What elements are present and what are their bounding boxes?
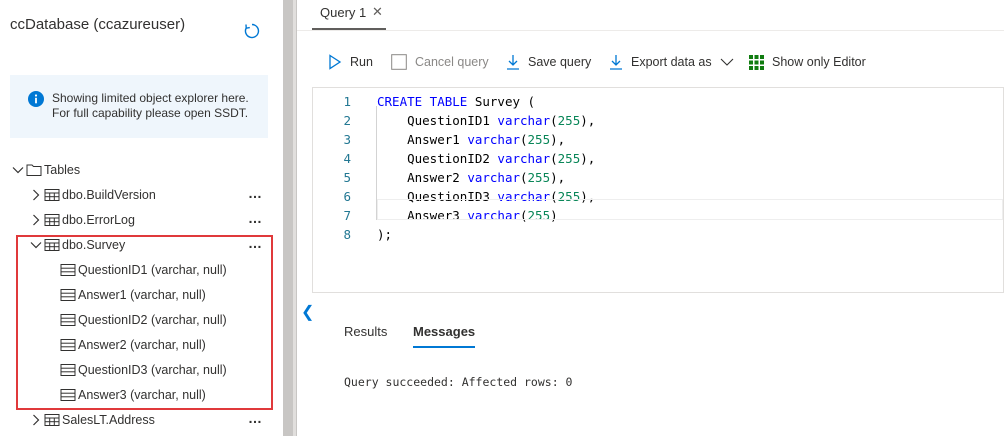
info-line-1: Showing limited object explorer here. xyxy=(52,91,249,105)
current-line-highlight xyxy=(377,199,1003,220)
sql-text: ( xyxy=(520,170,528,185)
code-text: Answer1 varchar(255), xyxy=(377,130,565,149)
sql-text: ), xyxy=(580,151,596,166)
table-icon xyxy=(44,414,60,426)
chevron-right-icon[interactable] xyxy=(30,414,42,426)
more-options-icon[interactable]: … xyxy=(248,410,263,426)
code-line[interactable]: 4 QuestionID2 varchar(255), xyxy=(313,149,1004,168)
play-icon xyxy=(329,54,342,70)
info-text: Showing limited object explorer here. Fo… xyxy=(52,91,249,121)
download-icon xyxy=(610,55,622,70)
line-number: 4 xyxy=(343,151,351,166)
info-icon xyxy=(28,91,44,107)
download-icon xyxy=(507,55,519,70)
chevron-right-icon[interactable] xyxy=(30,189,42,201)
highlight-box xyxy=(16,235,273,410)
tab-query-1[interactable]: Query 1 xyxy=(320,5,366,20)
sql-text: Answer2 xyxy=(377,170,468,185)
line-number: 3 xyxy=(343,132,351,147)
sql-text: ), xyxy=(580,113,596,128)
table-name: dbo.BuildVersion xyxy=(62,188,156,202)
table-icon xyxy=(44,214,60,226)
line-number: 8 xyxy=(343,227,351,242)
show-only-editor-button[interactable]: Show only Editor xyxy=(749,52,866,72)
run-label: Run xyxy=(350,55,373,69)
chevron-right-icon[interactable] xyxy=(30,214,42,226)
tab-results[interactable]: Results xyxy=(344,324,387,339)
cancel-query-button[interactable]: Cancel query xyxy=(391,52,489,72)
sql-text: ), xyxy=(550,170,566,185)
more-options-icon[interactable]: … xyxy=(248,185,263,201)
export-data-label: Export data as xyxy=(631,55,712,69)
sql-keyword: varchar xyxy=(497,151,551,166)
table-name: dbo.ErrorLog xyxy=(62,213,135,227)
close-icon[interactable]: ✕ xyxy=(372,4,383,20)
code-line[interactable]: 1 CREATE TABLE Survey ( xyxy=(313,92,1004,111)
results-tab-indicator xyxy=(413,346,475,348)
save-query-label: Save query xyxy=(528,55,592,69)
sql-text: ); xyxy=(377,227,393,242)
grid-icon xyxy=(749,54,764,70)
line-number: 2 xyxy=(343,113,351,128)
sql-keyword: CREATE TABLE xyxy=(377,94,468,109)
sql-keyword: varchar xyxy=(497,113,551,128)
sql-number: 255 xyxy=(557,151,581,166)
sql-number: 255 xyxy=(527,132,551,147)
sql-number: 255 xyxy=(557,113,581,128)
checkbox-icon xyxy=(391,54,407,70)
tree-item-buildversion[interactable]: dbo.BuildVersion xyxy=(30,184,156,206)
line-number: 6 xyxy=(343,189,351,204)
tree-item-address[interactable]: SalesLT.Address xyxy=(30,409,155,431)
tables-label: Tables xyxy=(44,163,81,177)
line-number: 5 xyxy=(343,170,351,185)
sql-text: Survey ( xyxy=(467,94,536,109)
tree-folder-tables[interactable]: Tables xyxy=(12,159,80,181)
table-icon xyxy=(44,189,60,201)
sql-keyword: varchar xyxy=(467,132,520,147)
show-only-editor-label: Show only Editor xyxy=(772,55,866,69)
sql-number: 255 xyxy=(527,170,551,185)
more-options-icon[interactable]: … xyxy=(248,210,263,226)
folder-icon xyxy=(26,164,42,176)
tab-strip-border xyxy=(297,30,1004,31)
chevron-down-icon[interactable] xyxy=(720,57,734,67)
code-text: Answer2 varchar(255), xyxy=(377,168,565,187)
code-line[interactable]: 3 Answer1 varchar(255), xyxy=(313,130,1004,149)
line-number: 1 xyxy=(343,94,351,109)
sql-text: ), xyxy=(550,132,566,147)
tree-item-errorlog[interactable]: dbo.ErrorLog xyxy=(30,209,135,231)
sql-keyword: varchar xyxy=(467,170,520,185)
code-line[interactable]: 8); xyxy=(313,225,1004,244)
info-banner: Showing limited object explorer here. Fo… xyxy=(10,75,268,138)
database-title: ccDatabase (ccazureuser) xyxy=(10,16,186,33)
object-explorer: ccDatabase (ccazureuser) Showing limited… xyxy=(0,0,283,436)
sql-text: QuestionID2 xyxy=(377,151,498,166)
collapse-panel-icon[interactable]: ❮ xyxy=(301,302,314,322)
code-text: QuestionID1 varchar(255), xyxy=(377,111,595,130)
line-number: 7 xyxy=(343,208,351,223)
refresh-icon[interactable] xyxy=(243,22,261,40)
tab-messages[interactable]: Messages xyxy=(413,324,475,339)
code-line[interactable]: 5 Answer2 varchar(255), xyxy=(313,168,1004,187)
cancel-query-label: Cancel query xyxy=(415,55,489,69)
scrollbar-thumb[interactable] xyxy=(293,0,296,436)
save-query-button[interactable]: Save query xyxy=(506,52,591,72)
export-data-button[interactable]: Export data as xyxy=(609,52,742,72)
result-message: Query succeeded: Affected rows: 0 xyxy=(344,375,573,389)
sql-text: ( xyxy=(550,113,558,128)
code-text: CREATE TABLE Survey ( xyxy=(377,92,535,111)
sql-text: QuestionID1 xyxy=(377,113,498,128)
query-editor[interactable]: 1 CREATE TABLE Survey (2 QuestionID1 varc… xyxy=(312,87,1004,293)
table-name: SalesLT.Address xyxy=(62,413,155,427)
sql-text: ( xyxy=(550,151,558,166)
sql-text: ( xyxy=(520,132,528,147)
info-line-2: For full capability please open SSDT. xyxy=(52,106,249,120)
code-text: ); xyxy=(377,225,392,244)
sql-text: Answer1 xyxy=(377,132,468,147)
code-text: QuestionID2 varchar(255), xyxy=(377,149,595,168)
run-button[interactable]: Run xyxy=(328,52,373,72)
code-line[interactable]: 2 QuestionID1 varchar(255), xyxy=(313,111,1004,130)
chevron-down-icon[interactable] xyxy=(12,164,24,176)
